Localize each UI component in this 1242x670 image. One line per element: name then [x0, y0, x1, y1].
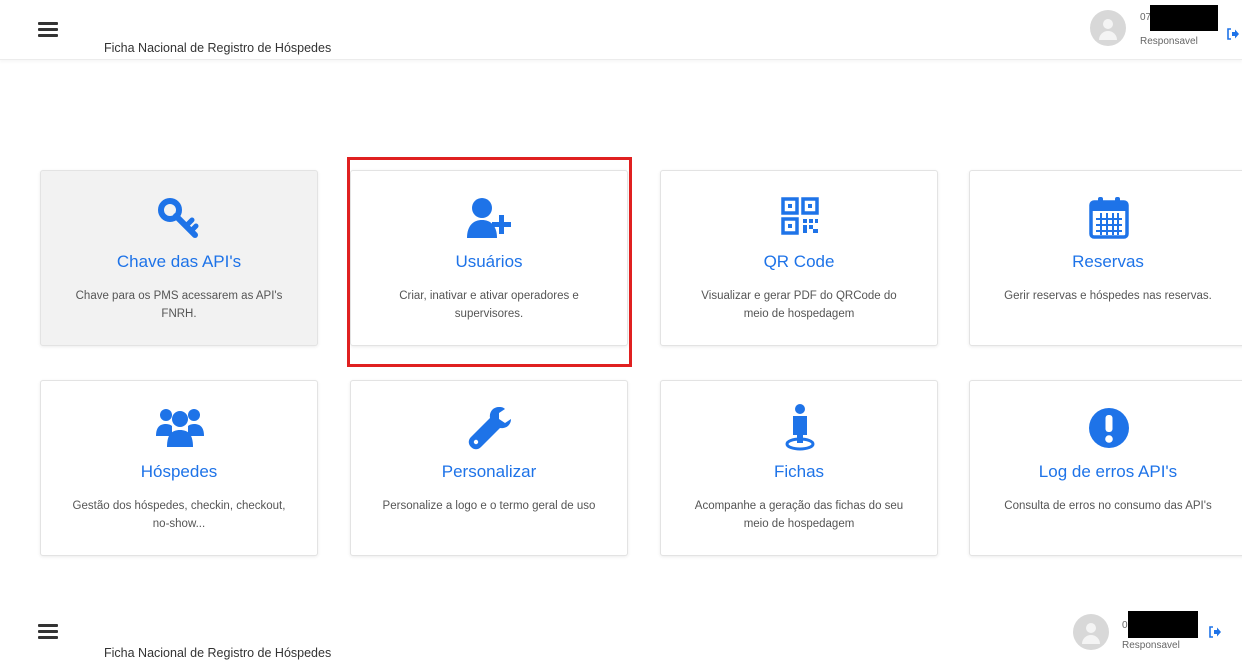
card-personalizar[interactable]: Personalizar Personalize a logo e o term… — [350, 380, 628, 556]
card-title: Chave das API's — [116, 252, 242, 271]
card-fichas[interactable]: Fichas Acompanhe a geração das fichas do… — [660, 380, 938, 556]
user-plus-icon — [465, 193, 515, 243]
logout-icon[interactable] — [1226, 27, 1240, 40]
card-description: Criar, inativar e ativar operadores e su… — [399, 290, 579, 320]
logout-icon[interactable] — [1208, 625, 1222, 638]
redacted-username — [1128, 611, 1198, 638]
person-pin-icon — [775, 403, 825, 453]
card-reservas[interactable]: Reservas Gerir reservas e hóspedes nas r… — [969, 170, 1242, 346]
top-header: Ficha Nacional de Registro de Hóspedes 0… — [0, 0, 1242, 60]
app-title: Ficha Nacional de Registro de Hóspedes — [104, 646, 332, 660]
card-title: Fichas — [773, 462, 825, 481]
card-usuarios[interactable]: Usuários Criar, inativar e ativar operad… — [350, 170, 628, 346]
card-description: Personalize a logo e o termo geral de us… — [382, 500, 596, 512]
card-description: Consulta de erros no consumo das API's — [1004, 500, 1212, 512]
card-log-de-erros[interactable]: Log de erros API's Consulta de erros no … — [969, 380, 1242, 556]
user-avatar[interactable] — [1073, 614, 1109, 650]
app-title: Ficha Nacional de Registro de Hóspedes — [104, 41, 332, 55]
card-description: Visualizar e gerar PDF do QRCode do meio… — [701, 290, 897, 320]
calendar-icon — [1084, 193, 1134, 243]
hamburger-menu-icon[interactable] — [38, 22, 58, 37]
redacted-username — [1150, 5, 1218, 31]
user-avatar[interactable] — [1090, 10, 1126, 46]
card-title: Hóspedes — [140, 462, 218, 481]
hamburger-menu-icon[interactable] — [38, 624, 58, 639]
card-title: Log de erros API's — [1038, 462, 1178, 481]
card-qr-code[interactable]: QR Code Visualizar e gerar PDF do QRCode… — [660, 170, 938, 346]
card-title: Reservas — [1072, 252, 1144, 271]
card-description: Gestão dos hóspedes, checkin, checkout, … — [72, 500, 286, 530]
card-hospedes[interactable]: Hóspedes Gestão dos hóspedes, checkin, c… — [40, 380, 318, 556]
bottom-header: Ficha Nacional de Registro de Hóspedes 0… — [0, 610, 1242, 670]
card-title: QR Code — [763, 252, 835, 271]
user-role: Responsavel — [1122, 640, 1180, 651]
card-description: Acompanhe a geração das fichas do seu me… — [694, 500, 904, 530]
qr-code-icon — [775, 193, 825, 243]
user-id: 0 — [1122, 620, 1128, 631]
card-title: Personalizar — [441, 462, 537, 481]
users-group-icon — [155, 403, 205, 453]
card-title: Usuários — [455, 252, 523, 271]
card-description: Chave para os PMS acessarem as API's FNR… — [75, 290, 283, 320]
card-description: Gerir reservas e hóspedes nas reservas. — [1004, 290, 1212, 302]
exclamation-icon — [1084, 403, 1134, 453]
card-chave-das-apis[interactable]: Chave das API's Chave para os PMS acessa… — [40, 170, 318, 346]
wrench-icon — [465, 403, 515, 453]
user-role: Responsavel — [1140, 36, 1198, 47]
key-icon — [155, 193, 205, 243]
